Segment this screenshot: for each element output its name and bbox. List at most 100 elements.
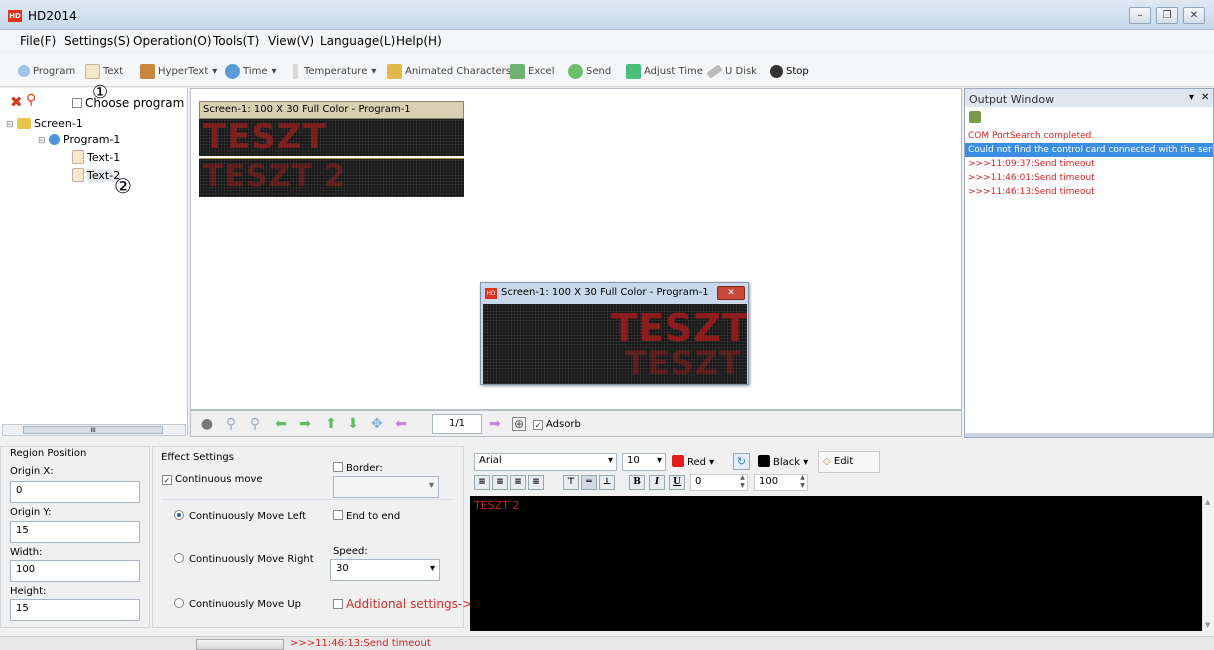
percent-spinner[interactable]: ▲ ▼ bbox=[797, 474, 808, 491]
font-size-select[interactable]: 10 ▾ bbox=[622, 453, 666, 471]
border-select[interactable]: ▾ bbox=[333, 476, 439, 498]
arrow-down-icon[interactable]: ⬇ bbox=[344, 416, 362, 432]
preview-title: Screen-1: 100 X 30 Full Color - Program-… bbox=[501, 287, 709, 298]
border-checkbox[interactable]: Border: bbox=[333, 462, 383, 474]
font-select[interactable]: Arial ▾ bbox=[474, 453, 617, 471]
text-editor[interactable]: TESZT 2 bbox=[470, 496, 1202, 631]
zoom-out-icon[interactable]: ⚲ bbox=[246, 416, 264, 432]
menu-tools[interactable]: Tools(T) bbox=[213, 34, 259, 48]
move-left-radio[interactable]: Continuously Move Left bbox=[174, 510, 306, 522]
editor-scrollbar[interactable]: ▲ ▼ bbox=[1202, 496, 1214, 631]
background-color-select[interactable]: Black ▾ bbox=[758, 455, 808, 468]
speed-select[interactable]: 30 ▾ bbox=[330, 559, 440, 581]
target-icon[interactable]: ⊕ bbox=[512, 417, 526, 431]
toolbar: Program Text HyperText ▾ Time ▾ Temperatur… bbox=[0, 53, 1214, 87]
align-center-icon[interactable]: ≡ bbox=[492, 475, 508, 490]
excel-button[interactable]: Excel bbox=[510, 62, 555, 80]
output-title: Output Window bbox=[969, 93, 1055, 106]
bold-button[interactable]: B bbox=[629, 475, 645, 490]
zoom-in-icon[interactable]: ⚲ bbox=[222, 416, 240, 432]
move-right-radio[interactable]: Continuously Move Right bbox=[174, 553, 314, 565]
hypertext-icon bbox=[140, 63, 155, 79]
chevron-down-icon[interactable]: ▾ bbox=[1189, 92, 1194, 103]
restore-button[interactable]: ❐ bbox=[1156, 7, 1178, 24]
send-icon bbox=[568, 63, 583, 79]
tree-horizontal-scrollbar[interactable]: III bbox=[2, 424, 186, 436]
align-right-icon[interactable]: ≡ bbox=[510, 475, 526, 490]
menu-settings[interactable]: Settings(S) bbox=[64, 34, 130, 48]
menu-operation[interactable]: Operation(O) bbox=[133, 34, 212, 48]
design-canvas[interactable]: Screen-1: 100 X 30 Full Color - Program-… bbox=[190, 88, 962, 410]
udisk-button[interactable]: U Disk bbox=[706, 62, 757, 80]
color-swatch bbox=[758, 455, 770, 467]
height-input[interactable]: 15 bbox=[10, 599, 140, 621]
menu-view[interactable]: View(V) bbox=[268, 34, 314, 48]
temperature-button[interactable]: Temperature ▾ bbox=[293, 62, 376, 80]
tree-item-text-2[interactable]: Text-2 bbox=[72, 168, 121, 182]
clear-output-icon[interactable] bbox=[969, 111, 981, 123]
diamond-icon: ◇ bbox=[823, 456, 831, 467]
excel-icon bbox=[510, 63, 525, 79]
spacing-spinner[interactable]: ▲ ▼ bbox=[737, 474, 748, 491]
page-indicator[interactable]: 1/1 bbox=[432, 414, 482, 434]
close-icon[interactable]: ✕ bbox=[1201, 92, 1209, 103]
tree-item-program[interactable]: ⊟ Program-1 bbox=[38, 133, 120, 146]
editor-content: TESZT 2 bbox=[474, 499, 520, 512]
output-scrollbar[interactable] bbox=[965, 433, 1213, 437]
next-page-icon[interactable]: ➡ bbox=[486, 416, 504, 432]
menu-language[interactable]: Language(L) bbox=[320, 34, 395, 48]
valign-bottom-icon[interactable]: ⊥ bbox=[599, 475, 615, 490]
speed-label: Speed: bbox=[333, 546, 368, 557]
origin-x-label: Origin X: bbox=[10, 466, 54, 477]
minimize-button[interactable]: – bbox=[1129, 7, 1151, 24]
underline-button[interactable]: U bbox=[669, 475, 685, 490]
menu-help[interactable]: Help(H) bbox=[396, 34, 442, 48]
text-color-select[interactable]: Red ▾ bbox=[672, 455, 714, 468]
align-justify-icon[interactable]: ≡ bbox=[528, 475, 544, 490]
width-input[interactable]: 100 bbox=[10, 560, 140, 582]
arrow-left-icon[interactable]: ⬅ bbox=[272, 416, 290, 432]
app-title: HD2014 bbox=[28, 9, 77, 23]
search-icon[interactable]: ⚲ bbox=[26, 92, 36, 108]
delete-icon[interactable]: ✖ bbox=[10, 93, 23, 111]
origin-y-input[interactable]: 15 bbox=[10, 521, 140, 543]
valign-middle-icon[interactable]: ═ bbox=[581, 475, 597, 490]
menu-file[interactable]: File(F) bbox=[20, 34, 56, 48]
send-button[interactable]: Send bbox=[568, 62, 611, 80]
animated-characters-button[interactable]: Animated Characters bbox=[387, 62, 511, 80]
chevron-down-icon: ▾ bbox=[371, 65, 377, 77]
align-left-icon[interactable]: ≡ bbox=[474, 475, 490, 490]
app-logo-icon: HD bbox=[485, 288, 497, 299]
arrow-up-icon[interactable]: ⬆ bbox=[322, 416, 340, 432]
refresh-icon[interactable]: ↻ bbox=[733, 453, 750, 470]
edit-button[interactable]: ◇ Edit bbox=[818, 451, 880, 473]
italic-button[interactable]: I bbox=[649, 475, 665, 490]
text-button[interactable]: Text bbox=[85, 62, 123, 80]
play-icon[interactable]: ● bbox=[198, 416, 216, 432]
time-button[interactable]: Time ▾ bbox=[225, 62, 277, 80]
close-icon[interactable]: ✕ bbox=[717, 286, 745, 300]
output-log: COM PortSearch completed. Could not find… bbox=[965, 129, 1213, 199]
adsorb-checkbox[interactable]: ✓ Adsorb bbox=[533, 419, 581, 430]
usb-icon bbox=[706, 63, 723, 79]
tree-item-text-1[interactable]: Text-1 bbox=[72, 150, 120, 164]
tree-item-screen[interactable]: ⊟ Screen-1 bbox=[6, 117, 83, 130]
arrow-right-icon[interactable]: ➡ bbox=[296, 416, 314, 432]
origin-x-input[interactable]: 0 bbox=[10, 481, 140, 503]
stop-button[interactable]: Stop bbox=[770, 62, 809, 80]
additional-settings-link[interactable]: Additional settings-> bbox=[333, 597, 472, 611]
end-to-end-checkbox[interactable]: End to end bbox=[333, 510, 400, 522]
continuous-move-checkbox[interactable]: ✓ Continuous move bbox=[162, 474, 263, 485]
close-window-button[interactable]: ✕ bbox=[1183, 7, 1205, 24]
valign-top-icon[interactable]: ⊤ bbox=[563, 475, 579, 490]
move-up-radio[interactable]: Continuously Move Up bbox=[174, 598, 301, 610]
led-area-1[interactable]: TESZT bbox=[199, 119, 464, 156]
move-icon[interactable]: ✥ bbox=[368, 416, 386, 432]
program-button[interactable]: Program bbox=[18, 62, 75, 80]
color-swatch bbox=[672, 455, 684, 467]
hypertext-button[interactable]: HyperText ▾ bbox=[140, 62, 217, 80]
led-area-2[interactable]: TESZT 2 bbox=[199, 158, 464, 197]
choose-program-checkbox[interactable]: Choose program bbox=[72, 96, 184, 110]
prev-page-icon[interactable]: ⬅ bbox=[392, 416, 410, 432]
adjust-time-button[interactable]: Adjust Time bbox=[626, 62, 703, 80]
